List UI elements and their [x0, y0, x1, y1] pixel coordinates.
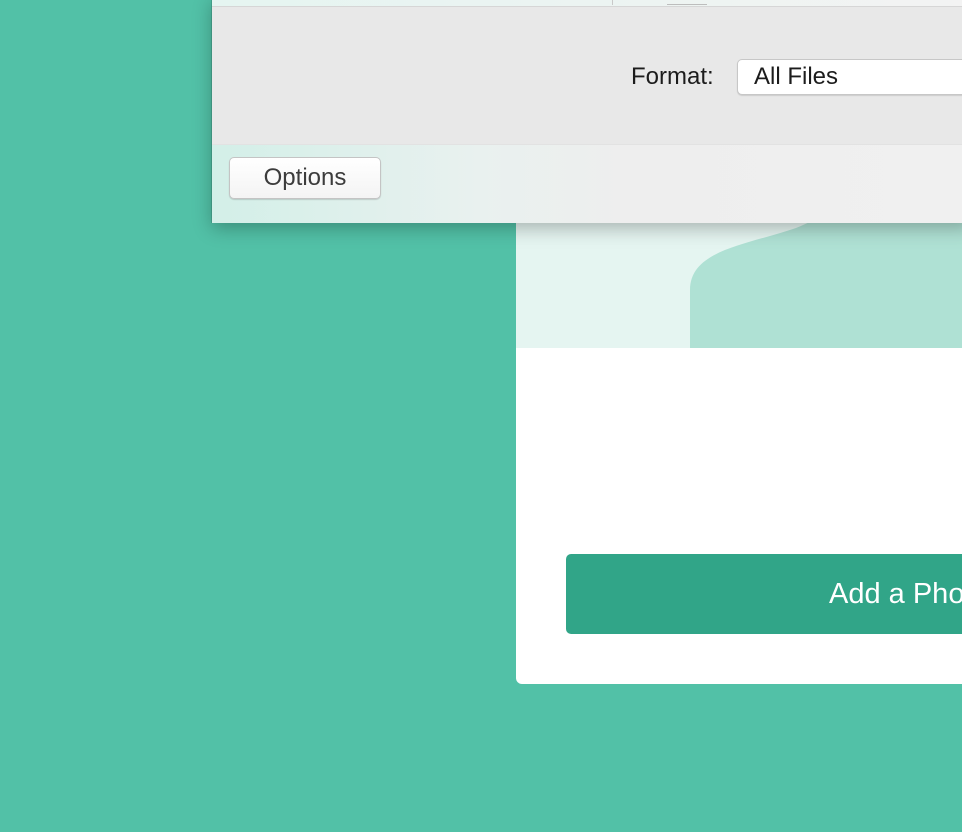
- scroll-control[interactable]: [667, 0, 707, 5]
- format-row: Format: All Files: [212, 59, 962, 99]
- upload-card: Add a Photo: [516, 150, 962, 684]
- dialog-browser-edge: [212, 0, 962, 7]
- add-photo-button[interactable]: Add a Photo: [566, 554, 962, 634]
- format-label: Format:: [631, 63, 714, 90]
- format-select[interactable]: All Files: [737, 59, 962, 95]
- column-divider: [612, 0, 613, 5]
- dialog-footer: Options: [212, 144, 962, 223]
- format-select-value: All Files: [754, 63, 839, 90]
- open-file-dialog: Format: All Files Options: [212, 0, 962, 223]
- options-button[interactable]: Options: [229, 157, 381, 199]
